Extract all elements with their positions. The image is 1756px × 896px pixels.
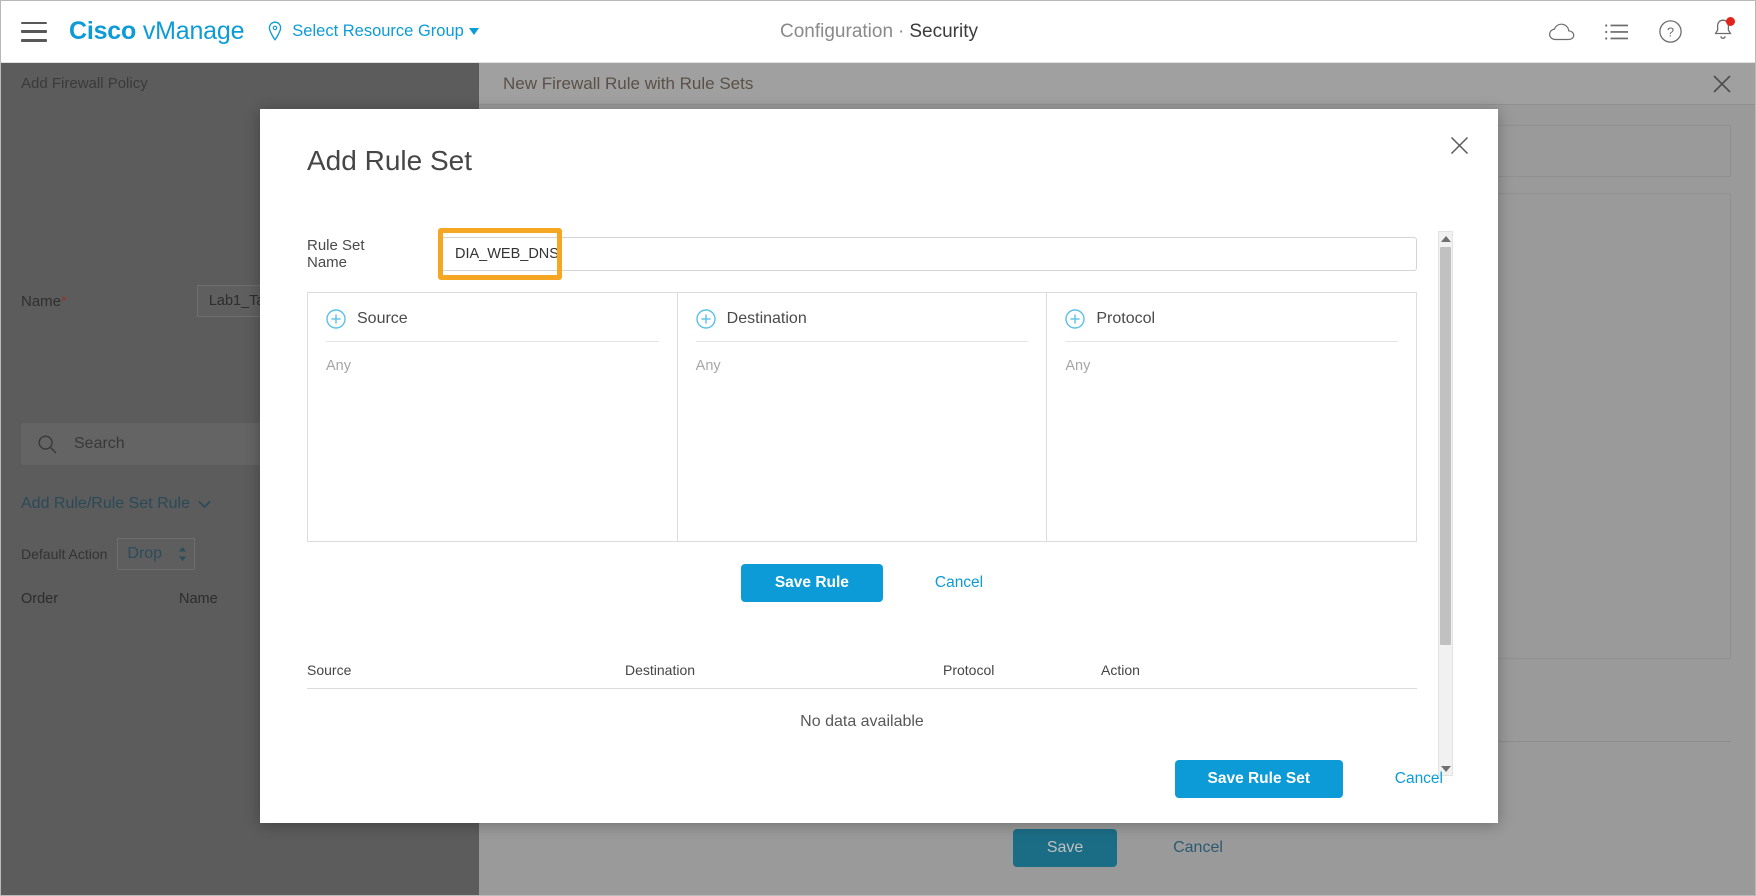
result-col-protocol: Protocol [943,662,995,678]
breadcrumb: Configuration · Security [780,21,978,43]
brand-name-cisco: Cisco [69,17,137,45]
add-rule-set-modal: Add Rule Set Rule Set Name DIA_WEB_DNS S… [260,109,1498,823]
rules-table-col-order: Order [21,591,59,607]
cloud-icon[interactable] [1548,22,1576,42]
chevron-down-icon [198,500,211,508]
plus-circle-icon[interactable] [1065,309,1086,329]
background-footer-actions: Save Cancel [479,829,1755,867]
select-updown-icon [179,547,187,561]
rules-table-col-name: Name [179,591,218,607]
protocol-column-header: Protocol [1065,309,1399,342]
source-column-header: Source [326,309,659,342]
modal-scrollbar[interactable] [1438,231,1453,776]
hamburger-menu-icon[interactable] [21,21,47,42]
protocol-column-value: Any [1065,358,1091,374]
save-rule-set-button[interactable]: Save Rule Set [1174,760,1343,798]
scrollbar-thumb[interactable] [1440,247,1451,645]
default-action-select[interactable]: Drop [117,538,196,570]
search-icon [38,434,57,454]
notification-badge-dot [1726,16,1735,26]
breadcrumb-separator: · [898,20,905,42]
destination-column-value: Any [695,358,721,374]
scroll-up-arrow-icon[interactable] [1439,232,1452,245]
breadcrumb-parent: Configuration [780,20,894,42]
source-column: Source Any [308,293,677,541]
destination-column: Destination Any [676,293,1047,541]
close-icon[interactable] [1711,73,1733,95]
protocol-column: Protocol Any [1046,293,1416,541]
rule-set-name-input[interactable]: DIA_WEB_DNS [438,237,1417,271]
rule-action-buttons: Save Rule Cancel [307,564,1417,602]
resource-group-label: Select Resource Group [292,22,464,40]
header-icon-group: ? [1548,16,1735,47]
source-column-value: Any [326,358,351,374]
rule-criteria-columns: Source Any Destination Any Protocol Any [307,292,1417,542]
table-empty-message: No data available [800,713,924,730]
brand-logo: Cisco vManage [69,17,244,46]
default-action-row: Default Action Drop [21,538,196,570]
add-rule-label: Add Rule/Rule Set Rule [21,495,190,512]
result-col-action: Action [1101,662,1140,678]
required-asterisk: * [61,292,67,310]
top-header-bar: Cisco vManage Select Resource Group Conf… [1,1,1755,63]
background-save-button[interactable]: Save [1013,829,1118,867]
source-column-label: Source [357,310,408,327]
breadcrumb-current: Security [909,20,978,42]
rules-result-table-header: Source Destination Protocol Action [307,662,1417,689]
plus-circle-icon[interactable] [695,309,716,329]
destination-column-header: Destination [695,309,1029,342]
modal-title: Add Rule Set [307,145,472,176]
svg-text:?: ? [1667,24,1674,39]
modal-body: Rule Set Name DIA_WEB_DNS Source Any Des… [307,228,1417,757]
vmanage-app-window: Cisco vManage Select Resource Group Conf… [0,0,1756,896]
plus-circle-icon[interactable] [326,309,346,329]
add-rule-dropdown[interactable]: Add Rule/Rule Set Rule [21,495,211,513]
search-placeholder-text: Search [74,435,125,452]
tasks-list-icon[interactable] [1604,22,1630,42]
policy-name-label: Name* [21,292,67,310]
rule-set-name-row: Rule Set Name DIA_WEB_DNS [307,228,1417,280]
add-firewall-policy-title: Add Firewall Policy [21,75,148,92]
background-cancel-link[interactable]: Cancel [1173,839,1223,857]
protocol-column-label: Protocol [1096,310,1156,327]
help-icon[interactable]: ? [1658,19,1683,44]
location-pin-icon [269,21,282,41]
brand-name-vmanage: vManage [142,17,245,45]
chevron-down-icon [468,28,479,35]
modal-footer: Save Rule Set Cancel [260,735,1498,823]
cancel-rule-button[interactable]: Cancel [935,574,983,592]
result-col-source: Source [307,662,352,678]
rules-result-table: Source Destination Protocol Action No da… [307,662,1417,731]
modal-cancel-button[interactable]: Cancel [1395,770,1443,788]
rule-set-name-label: Rule Set Name [307,237,365,271]
result-col-destination: Destination [625,662,696,678]
save-rule-button[interactable]: Save Rule [740,564,883,602]
new-firewall-rule-title: New Firewall Rule with Rule Sets [503,73,754,93]
default-action-value: Drop [127,545,163,562]
new-firewall-rule-header: New Firewall Rule with Rule Sets [479,63,1755,105]
destination-column-label: Destination [726,310,807,327]
notifications-bell-icon[interactable] [1711,16,1735,47]
default-action-label: Default Action [21,546,108,562]
modal-close-icon[interactable] [1449,135,1470,156]
select-resource-group-dropdown[interactable]: Select Resource Group [266,21,479,43]
